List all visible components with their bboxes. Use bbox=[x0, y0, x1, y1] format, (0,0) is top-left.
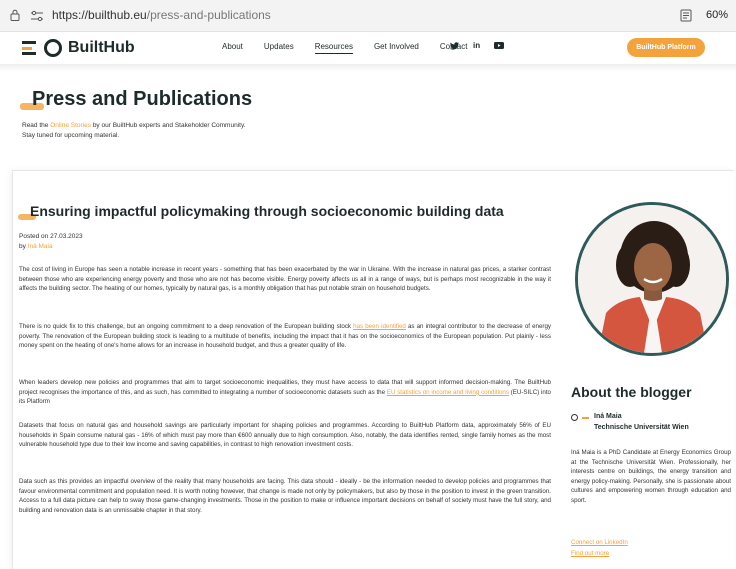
nav-updates[interactable]: Updates bbox=[264, 42, 294, 54]
linkedin-icon[interactable]: in bbox=[473, 41, 480, 50]
find-out-more-link[interactable]: Find out more bbox=[571, 550, 609, 557]
page-title: Press and Publications bbox=[32, 88, 253, 110]
builthub-platform-button[interactable]: BuiltHub Platform bbox=[627, 38, 705, 57]
blogger-portrait bbox=[575, 202, 729, 356]
header-divider bbox=[0, 64, 736, 72]
social-links: in bbox=[450, 41, 505, 50]
article-paragraph-2: There is no quick fix to this challenge,… bbox=[19, 322, 551, 351]
eu-silc-link[interactable]: EU statistics on income and living condi… bbox=[387, 389, 509, 396]
connect-linkedin-link[interactable]: Connect on LinkedIn bbox=[571, 539, 628, 546]
article-title: Ensuring impactful policymaking through … bbox=[30, 203, 504, 219]
twitter-icon[interactable] bbox=[450, 41, 459, 50]
nav-resources[interactable]: Resources bbox=[314, 42, 353, 54]
article-meta: Posted on 27.03.2023 by Iná Maia bbox=[19, 232, 83, 252]
logo-ring-icon bbox=[44, 39, 62, 57]
main-nav: About Updates Resources Get Involved Con… bbox=[222, 42, 488, 54]
intro-text-after: by our BuiltHub experts and Stakeholder … bbox=[91, 122, 246, 129]
bullet-dash bbox=[582, 417, 589, 419]
brand-name: BuiltHub bbox=[68, 39, 135, 56]
blogger-name: Iná Maia bbox=[594, 413, 622, 420]
bullet-circle-icon bbox=[571, 414, 578, 421]
page-intro: Read the Online Stories by our BuiltHub … bbox=[22, 121, 246, 141]
intro-line2: Stay tuned for upcoming material. bbox=[22, 132, 120, 139]
blogger-affiliation: Technische Universität Wien bbox=[594, 424, 689, 431]
url-field[interactable]: https://builthub.eu/press-and-publicatio… bbox=[52, 8, 271, 22]
about-blogger-heading: About the blogger bbox=[571, 384, 692, 400]
by-label: by bbox=[19, 243, 28, 250]
url-domain: https://builthub.eu bbox=[52, 8, 147, 22]
article-paragraph-5: Data such as this provides an impactful … bbox=[19, 478, 551, 515]
nav-get-involved[interactable]: Get Involved bbox=[374, 42, 419, 54]
article-paragraph-1: The cost of living in Europe has seen a … bbox=[19, 266, 551, 293]
author-link[interactable]: Iná Maia bbox=[28, 243, 53, 250]
builthub-logo[interactable]: BuiltHub bbox=[22, 36, 135, 60]
nav-about[interactable]: About bbox=[222, 42, 243, 54]
p2-text-before: There is no quick fix to this challenge,… bbox=[19, 323, 354, 330]
has-been-identified-link[interactable]: has been identified bbox=[353, 323, 406, 330]
site-settings-icon[interactable] bbox=[30, 10, 44, 22]
reader-mode-icon[interactable] bbox=[680, 9, 692, 22]
logo-bars-icon bbox=[22, 39, 40, 57]
lock-icon bbox=[10, 9, 20, 21]
blogger-bio: Iná Maia is a PhD Candidate at Energy Ec… bbox=[571, 449, 731, 504]
article-paragraph-3: When leaders develop new policies and pr… bbox=[19, 378, 551, 407]
posted-date: Posted on 27.03.2023 bbox=[19, 233, 83, 240]
zoom-level[interactable]: 60% bbox=[706, 9, 728, 21]
browser-address-bar: https://builthub.eu/press-and-publicatio… bbox=[0, 0, 736, 32]
online-stories-link[interactable]: Online Stories bbox=[50, 122, 91, 129]
site-header: BuiltHub About Updates Resources Get Inv… bbox=[0, 32, 736, 64]
url-path: /press-and-publications bbox=[146, 8, 271, 22]
article-paragraph-4: Datasets that focus on natural gas and h… bbox=[19, 422, 551, 449]
youtube-icon[interactable] bbox=[494, 42, 505, 49]
intro-text-before: Read the bbox=[22, 122, 51, 129]
blogger-photo-illustration bbox=[578, 205, 726, 353]
